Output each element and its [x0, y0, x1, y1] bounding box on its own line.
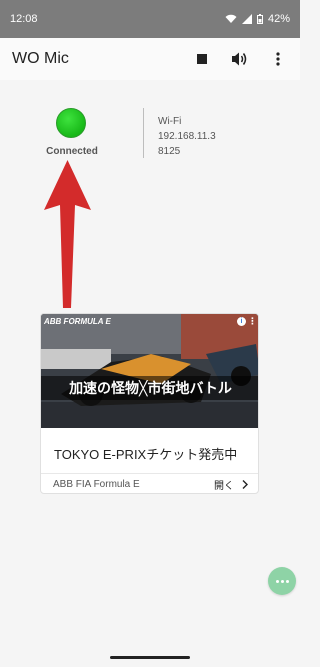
chat-fab[interactable]	[268, 567, 296, 595]
ad-menu-icon[interactable]: ⋮	[248, 316, 257, 327]
ad-headline[interactable]: TOKYO E-PRIXチケット発売中	[54, 444, 237, 463]
more-options-button[interactable]	[268, 49, 288, 69]
status-icons: 42%	[225, 13, 290, 25]
wifi-icon	[225, 14, 237, 23]
ad-footer: ABB FIA Formula E 開く	[41, 473, 258, 493]
red-arrow-annotation	[44, 160, 91, 308]
app-actions	[192, 49, 288, 69]
ad-info-icon[interactable]: i	[237, 317, 246, 326]
ad-open-button[interactable]: 開く	[214, 477, 248, 492]
ad-brand: ABB FORMULA E	[44, 317, 111, 326]
stop-button[interactable]	[192, 49, 212, 69]
network-type: Wi-Fi	[158, 116, 182, 127]
status-time: 12:08	[10, 13, 38, 25]
signal-icon	[241, 14, 252, 24]
app-bar: WO Mic	[0, 38, 300, 80]
ad-card[interactable]: ABB FORMULA E i ⋮ 加速の怪物╳市街地バトル TOKYO E-P…	[40, 313, 259, 494]
volume-icon	[232, 52, 247, 66]
navigation-handle[interactable]	[110, 656, 190, 659]
network-port: 8125	[158, 146, 181, 157]
battery-icon	[256, 14, 263, 24]
chat-icon-dot	[280, 579, 284, 583]
chat-icon	[275, 579, 279, 583]
network-info: Wi-Fi 192.168.11.3 8125	[158, 114, 216, 159]
app-title: WO Mic	[12, 50, 69, 67]
ad-advertiser: ABB FIA Formula E	[53, 479, 140, 490]
chevron-right-icon	[242, 480, 248, 489]
connection-indicator-icon	[56, 108, 86, 138]
stop-icon	[197, 54, 207, 64]
race-car-image	[41, 314, 258, 428]
status-bar: 12:08 42%	[0, 0, 300, 38]
divider	[143, 108, 144, 158]
more-vert-icon	[276, 52, 280, 66]
ad-banner-text: 加速の怪物╳市街地バトル	[41, 376, 258, 400]
chat-icon-dot	[285, 579, 289, 583]
volume-button[interactable]	[230, 49, 250, 69]
battery-percent: 42%	[267, 13, 290, 25]
ad-image[interactable]: ABB FORMULA E i ⋮ 加速の怪物╳市街地バトル	[41, 314, 258, 428]
ad-cta-label: 開く	[214, 481, 234, 492]
connection-status: Connected	[46, 146, 98, 157]
network-ip: 192.168.11.3	[158, 131, 216, 142]
